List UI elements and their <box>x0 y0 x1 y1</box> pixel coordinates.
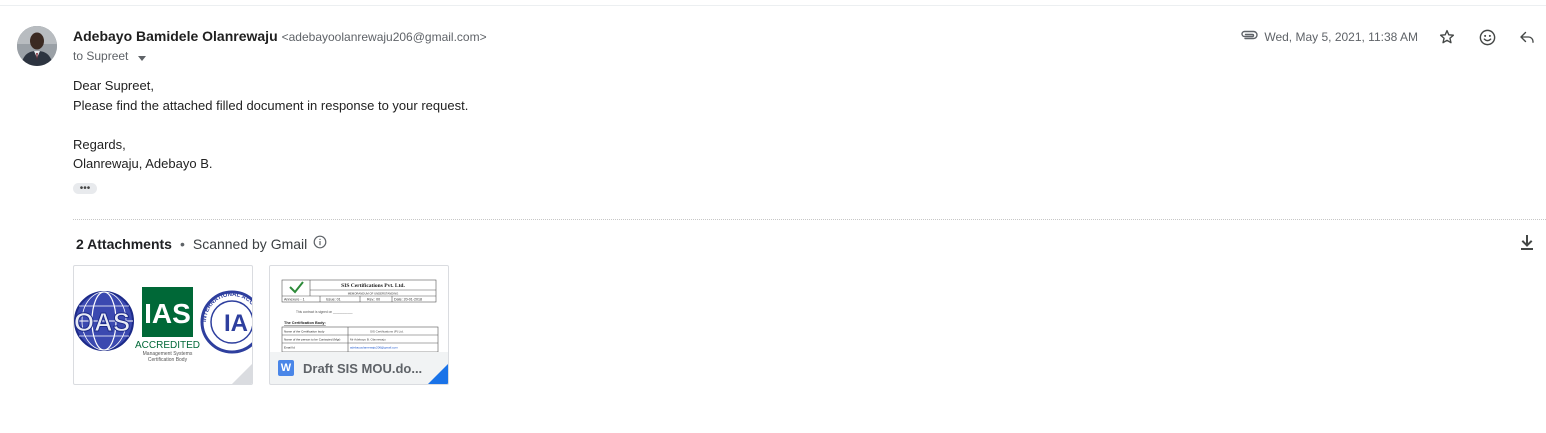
ia-logo-text: IA <box>224 310 248 337</box>
sender-name[interactable]: Adebayo Bamidele Olanrewaju <box>73 28 278 44</box>
chevron-down-icon[interactable] <box>137 50 146 64</box>
doc-date: Date: 20-01-2018 <box>394 298 422 302</box>
attachments-divider <box>73 219 1546 220</box>
doc-contract-line: This contract is signed on ___________ <box>296 310 353 314</box>
info-icon[interactable] <box>313 235 327 252</box>
ias-accredited-text: ACCREDITED <box>135 340 200 351</box>
accreditation-logos-image: OAS IAS ACCREDITED Management Systems Ce… <box>74 287 252 363</box>
attachment-image-thumbnail[interactable]: OAS IAS ACCREDITED Management Systems Ce… <box>73 265 253 385</box>
doc-issue: Issue: 01 <box>326 298 341 302</box>
ias-logo-text: IAS <box>144 298 191 329</box>
scanned-label: Scanned by Gmail <box>192 235 308 252</box>
attachments-header: 2 Attachments • Scanned by Gmail <box>76 235 327 252</box>
attachment-file-name: Draft SIS MOU.do... <box>303 360 423 376</box>
word-doc-icon: W <box>278 360 294 376</box>
doc-form-title: MEMORANDUM OF UNDERSTANDING <box>348 292 399 296</box>
top-divider <box>0 5 1546 6</box>
emoji-reaction-icon[interactable] <box>1477 27 1497 47</box>
doc-row1-value: SIS Certifications (P) Ltd. <box>370 330 404 334</box>
doc-row3-value: adebayoolanrewaju206@gmail.com <box>350 346 398 350</box>
show-trimmed-content-button[interactable]: ••• <box>73 183 97 194</box>
recipient-details[interactable]: to Supreet <box>73 49 146 64</box>
doc-row2-label: Name of the person to be Contacted (Mgr) <box>284 338 340 342</box>
doc-annexure: Annexure - 1 <box>284 298 305 302</box>
doc-rev: Rev.: 00 <box>367 298 380 302</box>
body-line: Dear Supreet, <box>73 78 154 93</box>
body-line <box>73 115 468 135</box>
body-line: Please find the attached filled document… <box>73 97 469 113</box>
date-text: Wed, May 5, 2021, 11:38 AM <box>1264 29 1418 44</box>
sender-line: Adebayo Bamidele Olanrewaju <adebayoolanr… <box>73 28 487 46</box>
star-icon[interactable] <box>1437 27 1457 47</box>
ias-subtitle-2: Certification Body <box>148 357 188 363</box>
doc-row1-label: Name of the Certification body <box>284 330 325 334</box>
attachment-doc-thumbnail[interactable]: SIS Certifications Pvt. Ltd. MEMORANDUM … <box>269 265 449 385</box>
body-line: Regards, <box>73 136 126 152</box>
page-fold-icon <box>428 364 448 384</box>
message-date: Wed, May 5, 2021, 11:38 AM <box>1240 29 1418 44</box>
doc-section: The Certification Body: <box>284 321 326 325</box>
doc-company: SIS Certifications Pvt. Ltd. <box>341 283 405 289</box>
reply-icon[interactable] <box>1517 27 1537 47</box>
doc-row2-value: Mr Adebayo B. Olanrewaju <box>350 338 386 342</box>
message-body: Dear Supreet, Please find the attached f… <box>73 76 468 174</box>
body-line: Olanrewaju, Adebayo B. <box>73 156 213 171</box>
sender-avatar[interactable] <box>17 26 57 66</box>
doc-row3-label: Email Id <box>284 346 295 350</box>
separator-dot: • <box>179 235 185 252</box>
attachments-count: 2 Attachments <box>76 235 172 252</box>
attachment-name-bar: W Draft SIS MOU.do... <box>270 352 448 384</box>
download-all-icon[interactable] <box>1518 234 1536 252</box>
attachment-clip-icon <box>1240 29 1259 44</box>
page-fold-icon <box>232 364 252 384</box>
oas-logo-text: OAS <box>74 307 130 337</box>
sender-email[interactable]: <adebayoolanrewaju206@gmail.com> <box>282 30 487 44</box>
recipient-label: to Supreet <box>73 49 129 63</box>
document-preview: SIS Certifications Pvt. Ltd. MEMORANDUM … <box>270 266 448 353</box>
